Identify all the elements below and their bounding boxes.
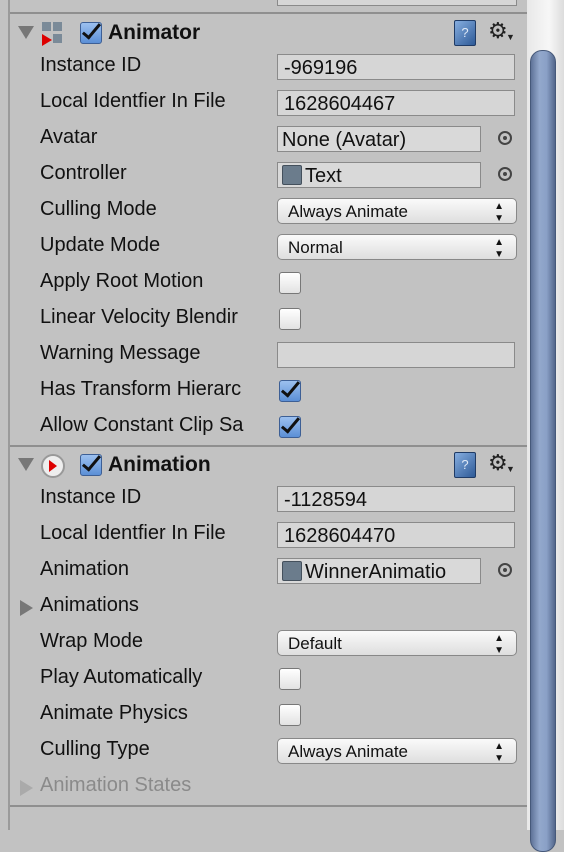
object-value: None (Avatar) — [282, 129, 407, 151]
field-label: Instance ID — [40, 54, 142, 76]
field-label: Wrap Mode — [40, 630, 144, 652]
component-enabled-checkbox[interactable] — [80, 22, 102, 44]
field-row-instance-id: Instance ID -1128594 — [0, 482, 527, 518]
field-label: Avatar — [40, 126, 98, 148]
checkbox[interactable] — [279, 416, 301, 438]
text-field[interactable]: -1128594 — [277, 486, 515, 512]
field-row-animations[interactable]: Animations — [0, 590, 527, 626]
animator-icon — [40, 22, 64, 46]
field-row-culling-mode: Culling Mode Always Animate ▲ ▼ — [0, 194, 527, 230]
object-value: Text — [305, 165, 342, 187]
field-row-apply-root-motion: Apply Root Motion — [0, 266, 527, 302]
field-label: Culling Mode — [40, 198, 157, 220]
field-label: Animations — [40, 594, 139, 616]
asset-icon — [282, 561, 302, 581]
dropdown[interactable]: Normal ▲ ▼ — [277, 234, 517, 260]
dropdown-value: Default — [288, 634, 342, 653]
object-field[interactable]: None (Avatar) — [277, 126, 481, 152]
field-row-linear-velocity-blendir: Linear Velocity Blendir — [0, 302, 527, 338]
field-label: Animate Physics — [40, 702, 188, 724]
component-header-animation[interactable]: Animation? ⚙ ▼ — [18, 450, 518, 480]
field-label: Update Mode — [40, 234, 161, 256]
dropdown-value: Always Animate — [288, 202, 408, 221]
field-row-wrap-mode: Wrap Mode Default ▲ ▼ — [0, 626, 527, 662]
updown-arrows-icon: ▲ ▼ — [494, 633, 504, 656]
object-value: WinnerAnimatio — [305, 561, 447, 583]
scrollbar-thumb[interactable] — [530, 50, 556, 852]
foldout-expanded-icon[interactable] — [18, 458, 34, 471]
component-title: Animation — [108, 453, 211, 476]
field-label: Apply Root Motion — [40, 270, 204, 292]
updown-arrows-icon: ▲ ▼ — [494, 201, 504, 224]
field-row-instance-id: Instance ID -969196 — [0, 50, 527, 86]
field-row-play-automatically: Play Automatically — [0, 662, 527, 698]
dropdown[interactable]: Always Animate ▲ ▼ — [277, 198, 517, 224]
help-icon[interactable]: ? — [454, 452, 476, 478]
field-row-has-transform-hierarc: Has Transform Hierarc — [0, 374, 527, 410]
checkbox[interactable] — [279, 308, 301, 330]
component-title: Animator — [108, 21, 201, 44]
checkbox[interactable] — [279, 668, 301, 690]
dropdown-value: Normal — [288, 238, 343, 257]
dropdown[interactable]: Default ▲ ▼ — [277, 630, 517, 656]
separator — [10, 12, 527, 14]
field-label: Warning Message — [40, 342, 201, 364]
field-row-allow-constant-clip-sa: Allow Constant Clip Sa — [0, 410, 527, 446]
updown-arrows-icon: ▲ ▼ — [494, 741, 504, 764]
foldout-expanded-icon[interactable] — [18, 26, 34, 39]
separator — [10, 805, 527, 807]
foldout-collapsed-icon[interactable] — [20, 780, 33, 796]
asset-icon — [282, 165, 302, 185]
field-label: Play Automatically — [40, 666, 203, 688]
component-enabled-checkbox[interactable] — [80, 454, 102, 476]
field-row-animate-physics: Animate Physics — [0, 698, 527, 734]
text-field[interactable]: 1628604467 — [277, 90, 515, 116]
field-row-local-identfier-in-file: Local Identfier In File 1628604470 — [0, 518, 527, 554]
text-field[interactable]: -969196 — [277, 54, 515, 80]
object-picker-icon[interactable] — [498, 131, 512, 145]
component-header-animator[interactable]: Animator? ⚙ ▼ — [18, 18, 518, 48]
field-label: Local Identfier In File — [40, 90, 226, 112]
field-label: Animation States — [40, 774, 192, 796]
text-field[interactable] — [277, 342, 515, 368]
object-picker-icon[interactable] — [498, 563, 512, 577]
field-row-warning-message: Warning Message — [0, 338, 527, 374]
field-label: Animation — [40, 558, 129, 580]
text-field[interactable]: 1628604470 — [277, 522, 515, 548]
updown-arrows-icon: ▲ ▼ — [494, 237, 504, 260]
field-row-culling-type: Culling Type Always Animate ▲ ▼ — [0, 734, 527, 770]
field-label: Local Identfier In File — [40, 522, 226, 544]
dropdown-value: Always Animate — [288, 742, 408, 761]
previous-component-field[interactable] — [277, 0, 517, 6]
foldout-collapsed-icon[interactable] — [20, 600, 33, 616]
field-label: Controller — [40, 162, 127, 184]
help-icon[interactable]: ? — [454, 20, 476, 46]
field-label: Linear Velocity Blendir — [40, 306, 238, 328]
checkbox[interactable] — [279, 272, 301, 294]
field-row-update-mode: Update Mode Normal ▲ ▼ — [0, 230, 527, 266]
field-row-avatar: Avatar None (Avatar) — [0, 122, 527, 158]
object-picker-icon[interactable] — [498, 167, 512, 181]
dropdown[interactable]: Always Animate ▲ ▼ — [277, 738, 517, 764]
field-label: Instance ID — [40, 486, 142, 508]
field-label: Has Transform Hierarc — [40, 378, 242, 400]
field-row-controller: Controller Text — [0, 158, 527, 194]
field-label: Allow Constant Clip Sa — [40, 414, 244, 436]
object-field[interactable]: WinnerAnimatio — [277, 558, 481, 584]
field-row-animation: Animation WinnerAnimatio — [0, 554, 527, 590]
field-row-local-identfier-in-file: Local Identfier In File 1628604467 — [0, 86, 527, 122]
checkbox[interactable] — [279, 380, 301, 402]
field-row-animation-states[interactable]: Animation States — [0, 770, 527, 806]
gear-icon[interactable]: ⚙ ▼ — [488, 18, 515, 44]
animation-icon — [40, 454, 65, 478]
object-field[interactable]: Text — [277, 162, 481, 188]
separator — [10, 445, 527, 447]
checkbox[interactable] — [279, 704, 301, 726]
field-label: Culling Type — [40, 738, 150, 760]
gear-icon[interactable]: ⚙ ▼ — [488, 450, 515, 476]
